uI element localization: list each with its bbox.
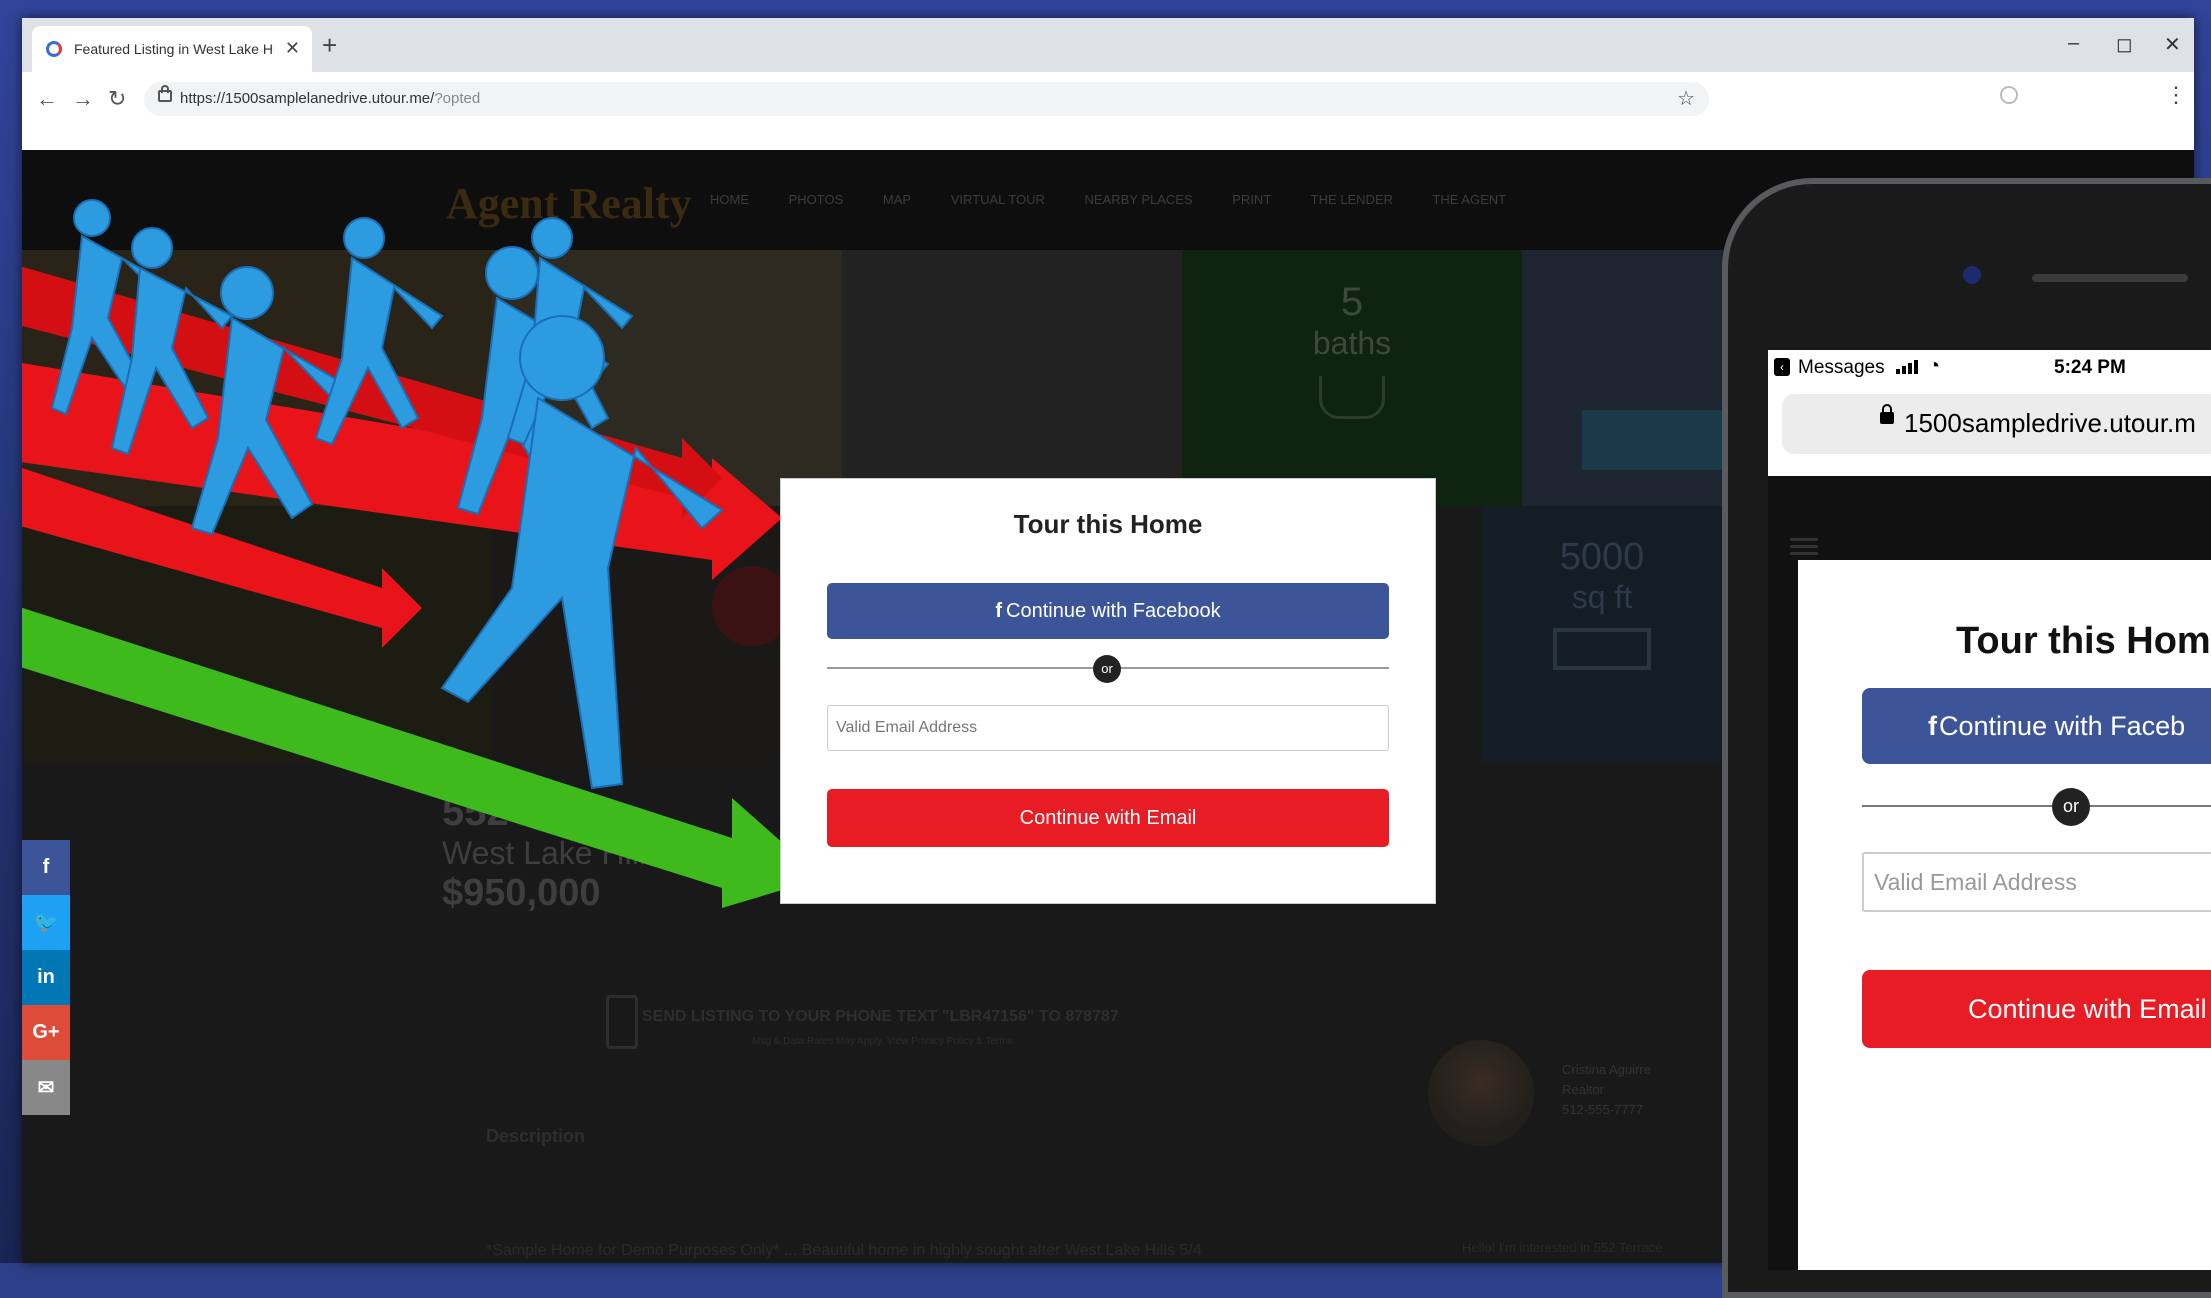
address-bar[interactable]: https://1500samplelanedrive.utour.me/?op…	[144, 82, 1709, 116]
linkedin-share-icon[interactable]: in	[22, 950, 70, 1005]
phone-facebook-icon: f	[1928, 711, 1937, 741]
reload-button[interactable]: ↻	[108, 86, 126, 112]
status-time: 5:24 PM	[2054, 357, 2126, 378]
sms-disclaimer[interactable]: Msg & Data Rates May Apply. View Privacy…	[752, 1036, 1013, 1047]
nav-map[interactable]: MAP	[883, 192, 911, 207]
phone-or-badge: or	[2052, 788, 2090, 826]
agent-avatar	[1428, 1040, 1534, 1146]
agent-info: Cristina Aguirre Realtor 512-555-7777	[1562, 1060, 1651, 1120]
hamburger-menu-icon[interactable]	[1790, 538, 1818, 541]
phone-or-divider	[1862, 805, 2211, 807]
sqft-tile: 5000 sq ft	[1482, 506, 1722, 762]
phone-facebook-label: Continue with Faceb	[1939, 711, 2186, 741]
mobile-phone-icon	[606, 995, 638, 1049]
forward-button[interactable]: →	[72, 86, 94, 112]
new-tab-button[interactable]: +	[322, 30, 337, 61]
tab-title: Featured Listing in West Lake Hi	[74, 41, 274, 57]
modal-title: Tour this Home	[1013, 509, 1203, 539]
phone-status-bar: ‹ Messages ◔ 5:24 PM	[1768, 350, 2211, 386]
nav-nearby-places[interactable]: NEARBY PLACES	[1085, 192, 1193, 207]
browser-menu-icon[interactable]: ⋮	[2165, 82, 2187, 108]
site-favicon-icon	[46, 41, 62, 57]
phone-url-text[interactable]: 1500sampledrive.utour.m	[1904, 408, 2196, 439]
agent-title: Realtor	[1562, 1082, 1604, 1097]
phone-address-bar: 1500sampledrive.utour.m	[1768, 386, 2211, 476]
baths-number: 5	[1340, 280, 1364, 324]
ruler-icon	[1553, 628, 1651, 670]
back-app-label[interactable]: Messages	[1798, 357, 1885, 379]
tour-signup-modal: Tour this Home f Continue with Facebook o…	[780, 478, 1436, 904]
or-badge: or	[1093, 655, 1121, 683]
phone-screen: ‹ Messages ◔ 5:24 PM 1500sampledrive.uto…	[1768, 350, 2211, 1270]
bathtub-icon	[1319, 376, 1385, 419]
googleplus-share-icon[interactable]: G+	[22, 1005, 70, 1060]
facebook-icon: f	[995, 600, 1003, 622]
url-main: https://1500samplelanedrive.utour.me/	[180, 90, 435, 107]
agent-name: Cristina Aguirre	[1562, 1062, 1651, 1077]
phone-continue-facebook-button[interactable]: fContinue with Faceb	[1862, 688, 2211, 764]
back-button[interactable]: ←	[36, 86, 58, 112]
sqft-label: sq ft	[1571, 579, 1633, 615]
phone-email-input[interactable]: Valid Email Address	[1862, 852, 2211, 912]
front-camera-icon	[1963, 266, 1981, 284]
url-text[interactable]: https://1500samplelanedrive.utour.me/?op…	[180, 90, 480, 107]
facebook-button-label: Continue with Facebook	[1006, 600, 1221, 622]
phone-continue-email-button[interactable]: Continue with Email	[1862, 970, 2211, 1048]
window-close-button[interactable]: ✕	[2164, 32, 2181, 57]
photo-tile[interactable]	[842, 250, 1182, 506]
agent-phone[interactable]: 512-555-7777	[1562, 1100, 1651, 1120]
browser-toolbar: ← → ↻ https://1500samplelanedrive.utour.…	[22, 72, 2194, 140]
bookmark-star-icon[interactable]: ☆	[1677, 86, 1695, 111]
signal-bars-icon	[1896, 360, 1920, 374]
sqft-number: 5000	[1559, 536, 1645, 578]
baths-label: baths	[1312, 325, 1392, 361]
nav-print[interactable]: PRINT	[1232, 192, 1271, 207]
back-to-app-icon[interactable]: ‹	[1774, 358, 1790, 376]
url-query: ?opted	[434, 90, 481, 107]
sms-listing-text: SEND LISTING TO YOUR PHONE TEXT "LBR4715…	[642, 1008, 1119, 1025]
extension-icon[interactable]	[2000, 86, 2018, 104]
earpiece-speaker	[2032, 274, 2188, 282]
tab-strip: Featured Listing in West Lake Hi ✕ + – ◻…	[22, 18, 2194, 72]
lock-icon	[158, 85, 172, 102]
green-arrow-icon	[22, 607, 822, 908]
browser-tab[interactable]: Featured Listing in West Lake Hi ✕	[32, 26, 312, 72]
email-share-icon[interactable]: ✉	[22, 1060, 70, 1115]
phone-lock-icon	[1880, 404, 1894, 424]
agent-contact-note: Hello! I'm interested in 552 Terrace	[1462, 1240, 1663, 1255]
tab-close-icon[interactable]: ✕	[285, 38, 300, 59]
phone-tour-modal: Tour this Home fContinue with Faceb or V…	[1798, 560, 2211, 1270]
nav-virtual-tour[interactable]: VIRTUAL TOUR	[951, 192, 1045, 207]
description-heading: Description	[486, 1126, 586, 1146]
continue-email-button[interactable]: Continue with Email	[827, 789, 1389, 847]
restore-button[interactable]: ◻	[2116, 32, 2133, 57]
nav-the-agent[interactable]: THE AGENT	[1432, 192, 1506, 207]
nav-the-lender[interactable]: THE LENDER	[1311, 192, 1393, 207]
description-text: *Sample Home for Demo Purposes Only* ...…	[486, 1242, 1202, 1259]
wifi-icon: ◔	[1928, 355, 1941, 377]
minimize-button[interactable]: –	[2068, 32, 2079, 55]
phone-modal-title: Tour this Home	[1956, 620, 2211, 662]
baths-tile: 5 baths	[1182, 250, 1522, 506]
runners-arrows-graphic	[22, 199, 822, 908]
continue-facebook-button[interactable]: f Continue with Facebook	[827, 583, 1389, 639]
email-input[interactable]	[827, 705, 1389, 751]
